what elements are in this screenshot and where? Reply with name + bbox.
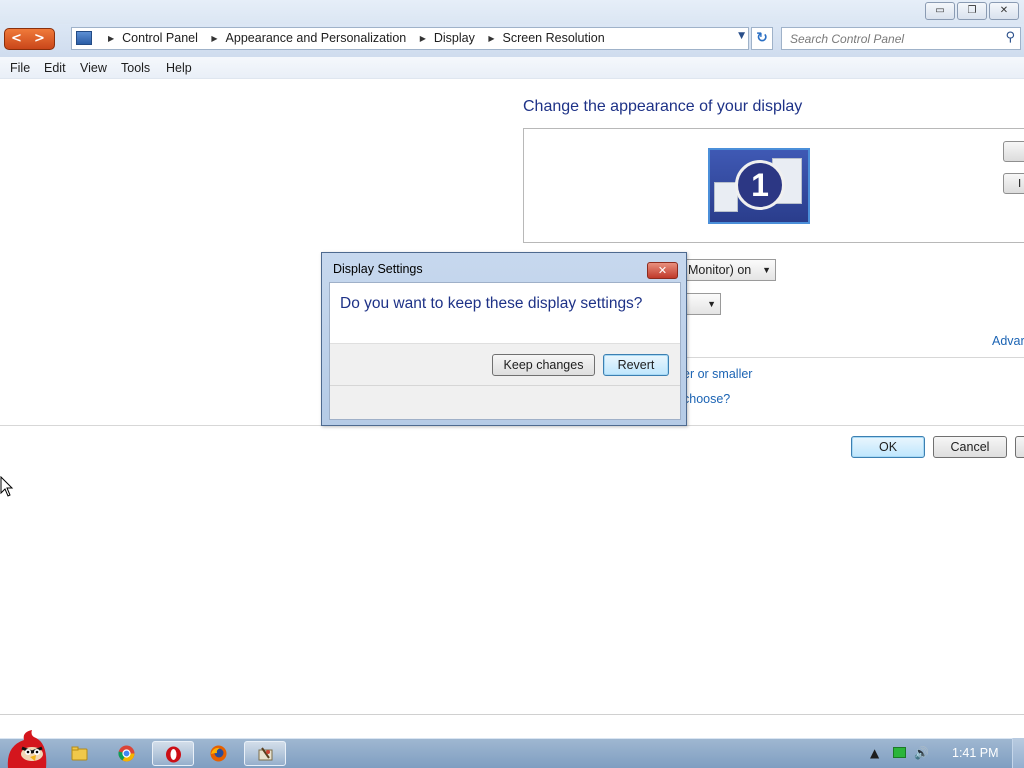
detect-button[interactable] xyxy=(1003,141,1024,162)
breadcrumb-separator-icon: ▶ xyxy=(108,34,115,43)
resolution-select[interactable]: ▼ xyxy=(683,293,721,315)
divider xyxy=(0,714,1024,715)
display-select[interactable]: Monitor) on ▼ xyxy=(683,259,776,281)
menu-tools[interactable]: Tools xyxy=(121,61,150,75)
restore-button[interactable]: ❐ xyxy=(957,2,987,20)
control-panel-icon xyxy=(76,31,92,45)
taskbar-control-panel[interactable] xyxy=(244,741,286,766)
display-settings-help-link[interactable]: choose? xyxy=(683,392,730,406)
identify-button[interactable]: I xyxy=(1003,173,1024,194)
apply-button[interactable] xyxy=(1015,436,1024,458)
keep-changes-button[interactable]: Keep changes xyxy=(492,354,595,376)
dialog-close-button[interactable]: ✕ xyxy=(647,262,678,279)
search-icon[interactable]: ⚲ xyxy=(1005,30,1015,45)
menu-file[interactable]: File xyxy=(10,61,30,75)
ok-button[interactable]: OK xyxy=(851,436,925,458)
cancel-button[interactable]: Cancel xyxy=(933,436,1007,458)
page-title: Change the appearance of your display xyxy=(523,98,803,115)
dialog-title: Display Settings xyxy=(333,262,423,276)
breadcrumb-display[interactable]: Display xyxy=(434,31,475,45)
chrome-icon xyxy=(118,745,135,762)
close-icon: ✕ xyxy=(999,5,1009,16)
opera-icon xyxy=(166,746,181,763)
menu-edit[interactable]: Edit xyxy=(44,61,66,75)
folder-icon xyxy=(71,746,88,761)
network-icon[interactable] xyxy=(893,747,906,758)
show-desktop-button[interactable] xyxy=(1012,738,1024,768)
menu-view[interactable]: View xyxy=(80,61,107,75)
taskbar-chrome[interactable] xyxy=(106,741,148,766)
taskbar-folder[interactable] xyxy=(59,741,101,766)
chevron-down-icon: ▼ xyxy=(762,265,771,275)
revert-button[interactable]: Revert xyxy=(603,354,669,376)
minimize-icon: ▭ xyxy=(935,5,945,16)
display-settings-dialog: Display Settings ✕ Do you want to keep t… xyxy=(321,252,687,426)
breadcrumb-separator-icon: ▶ xyxy=(488,34,495,43)
divider xyxy=(687,357,1024,358)
chevron-down-icon: ▼ xyxy=(707,299,716,309)
monitor-number: 1 xyxy=(735,160,785,210)
forward-arrow-icon[interactable]: > xyxy=(34,31,45,46)
back-forward-buttons[interactable]: < > xyxy=(4,28,55,50)
breadcrumb: ▶ Control Panel ▶ Appearance and Personali… xyxy=(98,31,605,45)
address-row: < > ▶ Control Panel ▶ Appearance and Perso… xyxy=(0,24,1024,57)
menu-help[interactable]: Help xyxy=(166,61,192,75)
breadcrumb-control-panel[interactable]: Control Panel xyxy=(122,31,198,45)
minimize-button[interactable]: ▭ xyxy=(925,2,955,20)
dialog-footer xyxy=(330,385,680,419)
chevron-down-icon[interactable]: ▼ xyxy=(738,31,745,41)
control-panel-icon xyxy=(258,747,273,761)
dialog-message: Do you want to keep these display settin… xyxy=(340,295,643,312)
address-bar[interactable]: ▶ Control Panel ▶ Appearance and Personali… xyxy=(71,27,749,50)
dialog-button-band: Keep changes Revert xyxy=(330,343,680,385)
title-bar: ▭ ❐ ✕ xyxy=(0,0,1024,24)
refresh-button[interactable]: ↻ xyxy=(751,27,773,50)
angry-birds-start-icon[interactable] xyxy=(2,728,50,768)
volume-icon[interactable]: 🔊 xyxy=(914,746,929,760)
breadcrumb-separator-icon: ▶ xyxy=(211,34,218,43)
breadcrumb-separator-icon: ▶ xyxy=(419,34,426,43)
close-button[interactable]: ✕ xyxy=(989,2,1019,20)
mouse-cursor-icon xyxy=(0,476,14,497)
restore-icon: ❐ xyxy=(967,5,977,16)
dialog-body: Do you want to keep these display settin… xyxy=(329,282,681,420)
breadcrumb-screen-resolution[interactable]: Screen Resolution xyxy=(503,31,605,45)
firefox-icon xyxy=(210,745,227,762)
search-placeholder: Search Control Panel xyxy=(790,32,905,46)
monitor-1-icon[interactable]: 1 xyxy=(708,148,810,224)
menu-bar: File Edit View Tools Help xyxy=(0,57,1024,79)
refresh-icon: ↻ xyxy=(756,30,768,46)
search-input[interactable]: Search Control Panel ⚲ xyxy=(781,27,1021,50)
taskbar-opera[interactable] xyxy=(152,741,194,766)
breadcrumb-appearance[interactable]: Appearance and Personalization xyxy=(226,31,407,45)
monitor-preview-box: 1 I xyxy=(523,128,1024,243)
display-select-value: Monitor) on xyxy=(688,263,752,277)
taskbar-firefox[interactable] xyxy=(198,741,240,766)
text-size-link[interactable]: er or smaller xyxy=(683,367,752,381)
back-arrow-icon[interactable]: < xyxy=(11,31,22,46)
close-icon: ✕ xyxy=(657,264,668,277)
show-hidden-icons-button[interactable]: ▲ xyxy=(870,746,879,760)
clock[interactable]: 1:41 PM xyxy=(952,746,999,760)
advanced-settings-link[interactable]: Advar xyxy=(992,334,1024,348)
